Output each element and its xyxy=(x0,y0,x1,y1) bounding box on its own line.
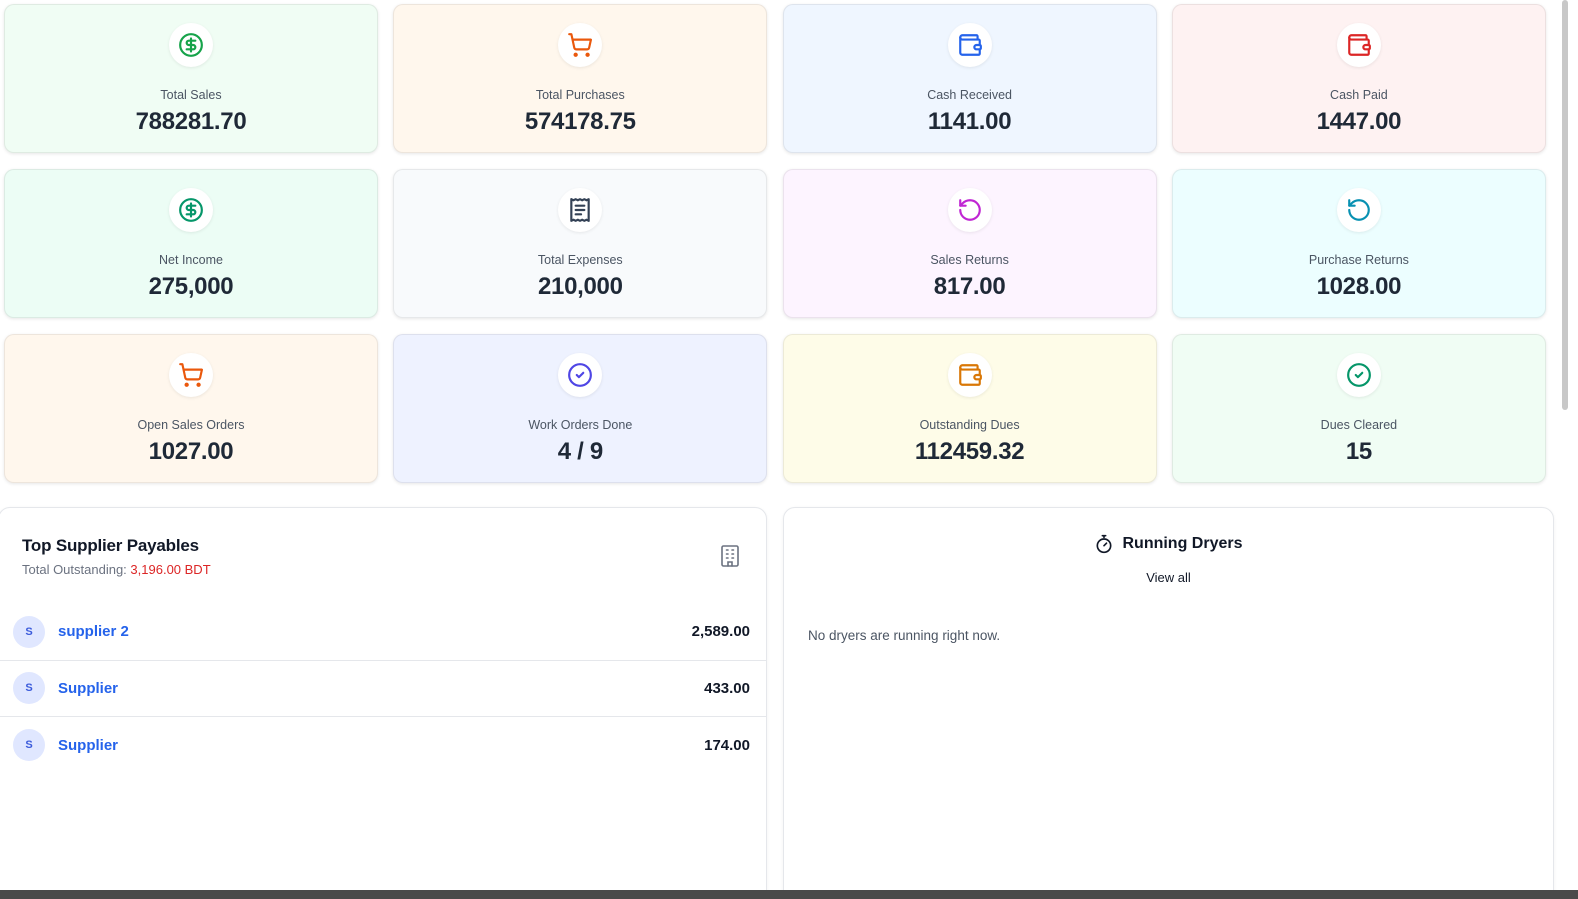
stat-card-total-sales: Total Sales 788281.70 xyxy=(4,4,378,153)
supplier-row[interactable]: S Supplier 174.00 xyxy=(0,717,766,774)
avatar: S xyxy=(13,615,45,648)
stat-card-sales-returns: Sales Returns 817.00 xyxy=(782,169,1157,318)
stat-value: 1447.00 xyxy=(1316,108,1402,135)
supplier-row[interactable]: Ssupplier 2 2,589.00 xyxy=(0,604,766,661)
stat-card-outstanding-dues: Outstanding Dues 112459.32 xyxy=(782,334,1157,483)
supplier-list: Ssupplier 2 2,589.00 S Supplier 433.00 S Suppl… xyxy=(0,604,766,774)
stat-card-total-expenses: Total Expenses 210,000 xyxy=(393,169,768,318)
stat-value: 210,000 xyxy=(537,273,623,300)
stat-value: 788281.70 xyxy=(135,108,247,135)
stat-label: Outstanding Dues xyxy=(919,418,1020,432)
stat-value: 1141.00 xyxy=(927,108,1012,135)
cart-icon xyxy=(558,23,603,67)
stat-card-work-orders-done: Work Orders Done 4 / 9 xyxy=(393,334,768,483)
avatar: S xyxy=(13,672,45,705)
dollar-icon xyxy=(169,23,213,67)
stat-card-cash-paid: Cash Paid 1447.00 xyxy=(1171,4,1546,153)
check-circle-icon xyxy=(558,353,603,397)
stat-label: Purchase Returns xyxy=(1308,253,1409,267)
wallet-icon xyxy=(947,353,992,397)
stat-card-total-purchases: Total Purchases 574178.75 xyxy=(393,4,768,153)
total-outstanding-label: Total Outstanding: xyxy=(22,562,127,577)
stats-grid: Total Sales 788281.70 Total Purchases 57417… xyxy=(4,4,1546,483)
supplier-amount: 174.00 xyxy=(704,736,750,754)
stat-card-dues-cleared: Dues Cleared 15 xyxy=(1171,334,1546,483)
stat-label: Total Expenses xyxy=(537,253,623,267)
building-icon xyxy=(721,545,739,567)
view-all-link[interactable]: View all xyxy=(784,570,1553,585)
stat-value: 4 / 9 xyxy=(557,438,604,465)
stat-card-open-sales-orders: Open Sales Orders 1027.00 xyxy=(4,334,378,483)
window-bottom-edge xyxy=(0,890,1578,899)
wallet-icon xyxy=(1336,23,1381,67)
stat-label: Cash Paid xyxy=(1330,88,1388,102)
running-dryers-title: Running Dryers xyxy=(1122,535,1243,552)
running-dryers-header: Running Dryers xyxy=(784,534,1553,554)
stat-label: Work Orders Done xyxy=(528,418,633,432)
supplier-payables-panel: Top Supplier Payables Total Outstanding:… xyxy=(0,507,767,899)
supplier-name-link[interactable]: Supplier xyxy=(58,680,704,697)
stat-value: 1027.00 xyxy=(148,438,234,465)
stopwatch-icon xyxy=(1096,534,1112,554)
supplier-amount: 433.00 xyxy=(704,679,750,697)
receipt-icon xyxy=(558,188,603,232)
stat-value: 1028.00 xyxy=(1316,273,1402,300)
stat-card-purchase-returns: Purchase Returns 1028.00 xyxy=(1171,169,1546,318)
stat-label: Cash Received xyxy=(927,88,1012,102)
stat-card-net-income: Net Income 275,000 xyxy=(4,169,378,318)
wallet-icon xyxy=(947,23,992,67)
stat-value: 817.00 xyxy=(933,273,1006,300)
empty-state-text: No dryers are running right now. xyxy=(808,628,1001,643)
stat-card-cash-received: Cash Received 1141.00 xyxy=(782,4,1157,153)
rotate-ccw-icon xyxy=(947,188,992,232)
stat-label: Total Sales xyxy=(160,88,222,102)
stat-value: 574178.75 xyxy=(524,108,636,135)
supplier-amount: 2,589.00 xyxy=(691,623,750,641)
stat-value: 275,000 xyxy=(148,273,234,300)
cart-icon xyxy=(169,353,213,397)
rotate-ccw-icon xyxy=(1336,188,1381,232)
stat-label: Total Purchases xyxy=(535,88,625,102)
stat-label: Sales Returns xyxy=(930,253,1009,267)
supplier-name-link[interactable]: supplier 2 xyxy=(58,623,692,640)
stat-label: Dues Cleared xyxy=(1320,418,1398,432)
stat-label: Net Income xyxy=(159,253,223,267)
supplier-name-link[interactable]: Supplier xyxy=(58,737,704,754)
stat-label: Open Sales Orders xyxy=(137,418,245,432)
total-outstanding-value: 3,196.00 BDT xyxy=(130,562,211,577)
scrollbar[interactable] xyxy=(1562,0,1568,410)
supplier-row[interactable]: S Supplier 433.00 xyxy=(0,661,766,717)
stat-value: 112459.32 xyxy=(914,438,1025,465)
avatar: S xyxy=(13,729,45,762)
check-circle-icon xyxy=(1336,353,1381,397)
dollar-icon xyxy=(169,188,213,232)
supplier-payables-title: Top Supplier Payables xyxy=(22,536,199,555)
running-dryers-panel: Running Dryers View all No dryers are ru… xyxy=(783,507,1554,899)
stat-value: 15 xyxy=(1345,438,1372,465)
total-outstanding: Total Outstanding: 3,196.00 BDT xyxy=(22,562,211,577)
